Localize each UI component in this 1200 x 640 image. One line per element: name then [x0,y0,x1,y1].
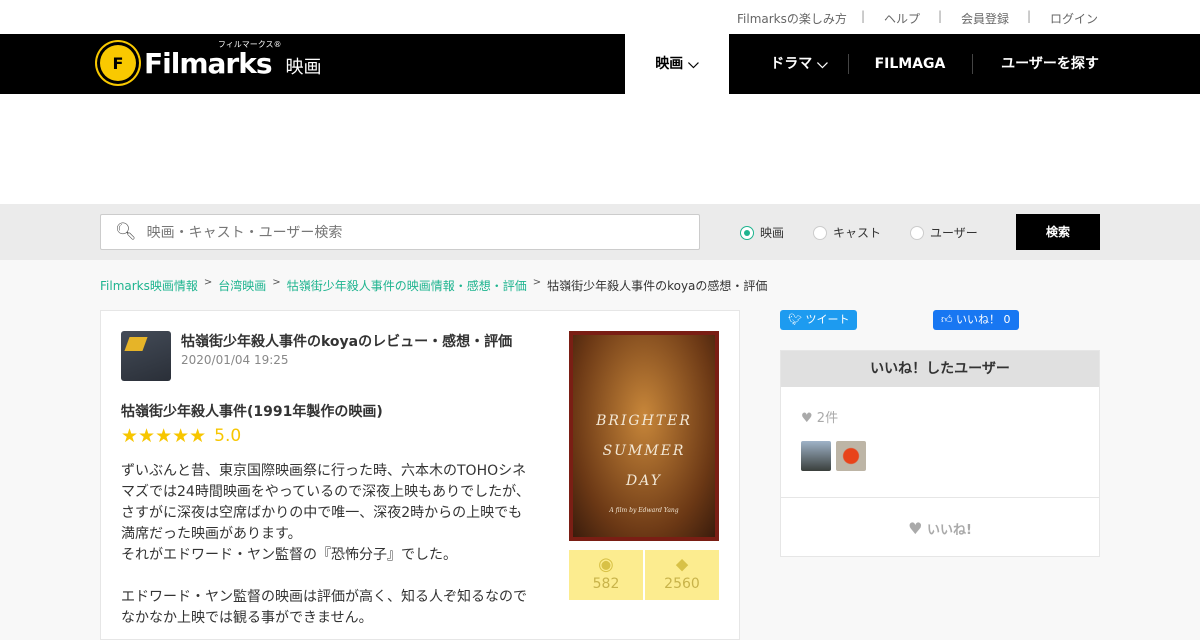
facebook-like-button[interactable]: 👍︎ いいね！ 0 [933,310,1019,330]
star-icons: ★★★★★ [121,425,207,447]
radio-cast[interactable]: キャスト [813,224,881,241]
movie-title[interactable]: 牯嶺街少年殺人事件(1991年製作の映画) [121,401,383,421]
like-button[interactable]: ♥ いいね! [781,519,1099,538]
breadcrumb-current: 牯嶺街少年殺人事件のkoyaの感想・評価 [547,279,768,293]
user-avatar[interactable] [836,441,866,471]
panel-header: いいね！したユーザー [781,351,1099,387]
main-nav: F Filmarks フィルマークス® 映画 映画 ⌵ ドラマ ⌵ FILMAGA… [0,34,1200,94]
clip-button[interactable]: ⬥ 2560 [645,550,719,600]
movie-stats: ◉ 582 ⬥ 2560 [569,550,719,600]
movie-poster[interactable]: BRIGHTER SUMMER DAY A film by Edward Yan… [569,331,719,541]
breadcrumb-link[interactable]: Filmarks映画情報 [100,277,198,294]
breadcrumb-link[interactable]: 台湾映画 [218,277,266,294]
nav-movies[interactable]: 映画 ⌵ [625,34,729,94]
rating-value: 5.0 [214,426,242,446]
ad-space [0,94,1200,204]
divider: | [938,9,943,23]
search-placeholder: 映画・キャスト・ユーザー検索 [146,225,343,241]
help-link[interactable]: ヘルプ [884,10,920,27]
breadcrumb-link[interactable]: 牯嶺街少年殺人事件の映画情報・感想・評価 [287,277,527,294]
divider: | [861,9,866,23]
rating: ★★★★★ 5.0 [121,425,241,447]
clip-icon: ⬥ [675,554,689,575]
like-count: ♥ 2件 [801,411,839,426]
liked-users-panel: いいね！したユーザー ♥ 2件 ♥ いいね! [780,350,1100,557]
nav-find-users[interactable]: ユーザーを探す [990,34,1110,94]
divider [848,54,849,74]
radio-movie[interactable]: 映画 [740,224,784,241]
logo-brand: Filmarks フィルマークス® [144,39,282,80]
review-body: ずいぶんと昔、東京国際映画祭に行った時、六本木のTOHOシネマズでは24時間映画… [121,463,530,626]
signup-link[interactable]: 会員登録 [961,10,1009,27]
utility-bar: Filmarksの楽しみ方 | ヘルプ | 会員登録 | ログイン [0,0,1200,34]
logo[interactable]: F Filmarks フィルマークス® 映画 [100,39,322,81]
search-icon: 🔍︎ [115,222,137,242]
heart-icon: ♥ [908,519,923,538]
login-link[interactable]: ログイン [1050,10,1098,27]
divider [972,54,973,74]
nav-filmaga[interactable]: FILMAGA [862,34,958,94]
radio-user[interactable]: ユーザー [910,224,978,241]
breadcrumb: Filmarks映画情報 > 台湾映画 > 牯嶺街少年殺人事件の映画情報・感想・評価… [100,277,768,294]
divider: | [1027,9,1032,23]
tweet-button[interactable]: 🐦︎ ツイート [780,310,858,330]
heart-icon: ♥ [801,411,813,426]
avatar[interactable] [121,331,171,381]
thumbs-up-icon: 👍︎ [941,313,953,326]
search-button[interactable]: 検索 [1016,214,1100,250]
guide-link[interactable]: Filmarksの楽しみ方 [737,10,847,27]
watched-button[interactable]: ◉ 582 [569,550,643,600]
logo-sun-icon: F [100,45,136,81]
review-date: 2020/01/04 19:25 [181,353,289,367]
search-input[interactable]: 🔍︎ 映画・キャスト・ユーザー検索 [100,214,700,250]
eye-icon: ◉ [598,554,614,575]
nav-drama[interactable]: ドラマ ⌵ [750,34,848,94]
twitter-icon: 🐦︎ [788,313,802,326]
logo-sub: 映画 [285,57,322,78]
divider [781,497,1099,498]
search-bar: 🔍︎ 映画・キャスト・ユーザー検索 映画 キャスト ユーザー 検索 [0,204,1200,260]
user-avatar[interactable] [801,441,831,471]
review-card: 牯嶺街少年殺人事件のkoyaのレビュー・感想・評価 2020/01/04 19:… [100,310,740,640]
review-title: 牯嶺街少年殺人事件のkoyaのレビュー・感想・評価 [181,334,513,350]
